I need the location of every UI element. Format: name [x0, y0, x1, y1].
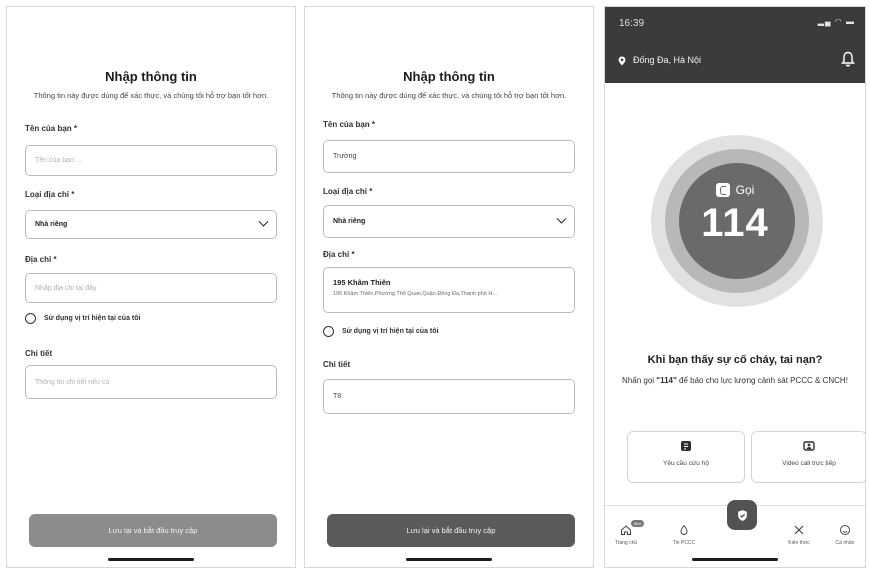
name-value: Trường: [333, 153, 357, 160]
address-label: Địa chỉ *: [323, 250, 355, 259]
status-icons: ▂▄ ◠ ▬: [817, 17, 855, 26]
page-title: Nhập thông tin: [403, 69, 495, 84]
rescue-request-card[interactable]: Yêu cầu cứu hộ: [627, 431, 745, 483]
name-input[interactable]: Trường: [323, 140, 575, 173]
address-type-select[interactable]: Nhà riêng: [25, 210, 277, 239]
name-label: Tên của bạn *: [323, 120, 376, 129]
call-label: Gọi: [735, 183, 755, 197]
phone-screen-home: 16:39 ▂▄ ◠ ▬ Đống Đa, Hà Nội Gọi 114 Khi…: [604, 6, 866, 568]
detail-label: Chi tiết: [25, 349, 53, 358]
phone-icon: [715, 183, 730, 197]
rescue-icon: [681, 441, 691, 451]
page-subtitle: Thông tin này được dùng để xác thực, và …: [331, 91, 567, 100]
video-call-icon: [803, 441, 815, 451]
submit-button[interactable]: Lưu lại và bắt đầu truy cập: [29, 514, 277, 547]
description-suffix: để báo cho lực lượng cảnh sát PCCC & CNC…: [676, 376, 848, 385]
address-type-value: Nhà riêng: [333, 218, 366, 225]
home-icon: [621, 525, 631, 535]
address-label: Địa chỉ *: [25, 255, 57, 264]
name-placeholder: Tên của bạn ...: [35, 157, 82, 164]
home-indicator: [406, 558, 492, 561]
shield-icon: [737, 509, 747, 521]
page-subtitle: Thông tin này được dùng để xác thực, và …: [33, 91, 269, 100]
address-input[interactable]: 195 Khâm Thiên 195 Khâm Thiên,Phường Thổ…: [323, 267, 575, 313]
tab-news[interactable]: Tin PCCC: [662, 524, 706, 546]
call-number: 114: [701, 201, 769, 245]
tab-safe-label: Tôi an toàn: [729, 524, 755, 530]
detail-label: Chi tiết: [323, 360, 351, 369]
description-number: "114": [656, 376, 677, 385]
tab-profile[interactable]: Cá nhân: [823, 524, 865, 546]
tab-knowledge[interactable]: Kiến thức: [777, 524, 821, 546]
radio-icon[interactable]: [323, 326, 334, 337]
video-call-label: Video call trực tiếp: [782, 460, 836, 467]
detail-placeholder: Thông tin chi tiết nếu có: [35, 378, 110, 386]
emergency-heading: Khi bạn thấy sự cố cháy, tai nạn?: [647, 354, 823, 366]
status-time: 16:39: [619, 18, 645, 29]
screenshot-stage: Nhập thông tin Thông tin này được dùng đ…: [0, 0, 870, 572]
profile-icon: [840, 525, 850, 535]
tab-home-label: Trang chủ: [614, 540, 638, 546]
address-input[interactable]: Nhập địa chỉ tại đây: [25, 273, 277, 303]
header-bar: 16:39 ▂▄ ◠ ▬ Đống Đa, Hà Nội: [605, 7, 865, 83]
home-indicator: [692, 558, 778, 561]
location-label[interactable]: Đống Đa, Hà Nội: [633, 55, 701, 65]
emergency-description: Nhấn gọi "114" để báo cho lực lượng cảnh…: [619, 375, 851, 387]
chevron-down-icon: [556, 213, 567, 224]
use-location-option[interactable]: Sử dụng vị trí hiện tại của tôi: [25, 313, 140, 324]
detail-input[interactable]: Thông tin chi tiết nếu có: [25, 365, 277, 399]
news-icon: [680, 524, 688, 535]
home-indicator: [108, 558, 194, 561]
tab-knowledge-label: Kiến thức: [788, 540, 810, 546]
description-prefix: Nhấn gọi: [622, 376, 657, 385]
tab-profile-label: Cá nhân: [835, 540, 855, 546]
address-type-select[interactable]: Nhà riêng: [323, 205, 575, 238]
address-placeholder: Nhập địa chỉ tại đây: [35, 284, 97, 292]
detail-input[interactable]: T8: [323, 379, 575, 414]
address-type-label: Loại địa chỉ *: [25, 190, 75, 199]
use-location-label: Sử dụng vị trí hiện tại của tôi: [44, 315, 141, 322]
page-title: Nhập thông tin: [105, 69, 197, 84]
name-label: Tên của bạn *: [25, 124, 78, 133]
submit-button[interactable]: Lưu lại và bắt đầu truy cập: [327, 514, 575, 547]
bell-icon[interactable]: [841, 51, 855, 67]
call-label-row: Gọi: [605, 183, 865, 197]
address-value: 195 Khâm Thiên: [333, 278, 391, 287]
phone-screen-empty-form: Nhập thông tin Thông tin này được dùng đ…: [6, 6, 296, 568]
tab-safe[interactable]: Tôi an toàn: [720, 524, 764, 530]
use-location-option[interactable]: Sử dụng vị trí hiện tại của tôi: [323, 326, 438, 337]
location-pin-icon: [618, 56, 626, 66]
address-type-label: Loại địa chỉ *: [323, 187, 373, 196]
chevron-down-icon: [258, 216, 269, 227]
tab-home[interactable]: Trang chủ: [605, 524, 648, 546]
address-type-value: Nhà riêng: [35, 221, 68, 228]
tools-icon: [794, 525, 804, 535]
new-badge: Mới: [631, 520, 644, 527]
name-input[interactable]: Tên của bạn ...: [25, 145, 277, 176]
tab-news-label: Tin PCCC: [672, 540, 696, 546]
use-location-label: Sử dụng vị trí hiện tại của tôi: [342, 328, 439, 335]
detail-value: T8: [333, 393, 342, 400]
radio-icon[interactable]: [25, 313, 36, 324]
bottom-tab-bar: Trang chủ Mới Tin PCCC Tôi an toàn Kiến …: [605, 500, 865, 555]
address-detail: 195 Khâm Thiên,Phường Thổ Quan,Quận Đống…: [333, 291, 497, 297]
video-call-card[interactable]: Video call trực tiếp: [751, 431, 865, 483]
rescue-request-label: Yêu cầu cứu hộ: [663, 460, 709, 467]
phone-screen-filled-form: Nhập thông tin Thông tin này được dùng đ…: [304, 6, 594, 568]
